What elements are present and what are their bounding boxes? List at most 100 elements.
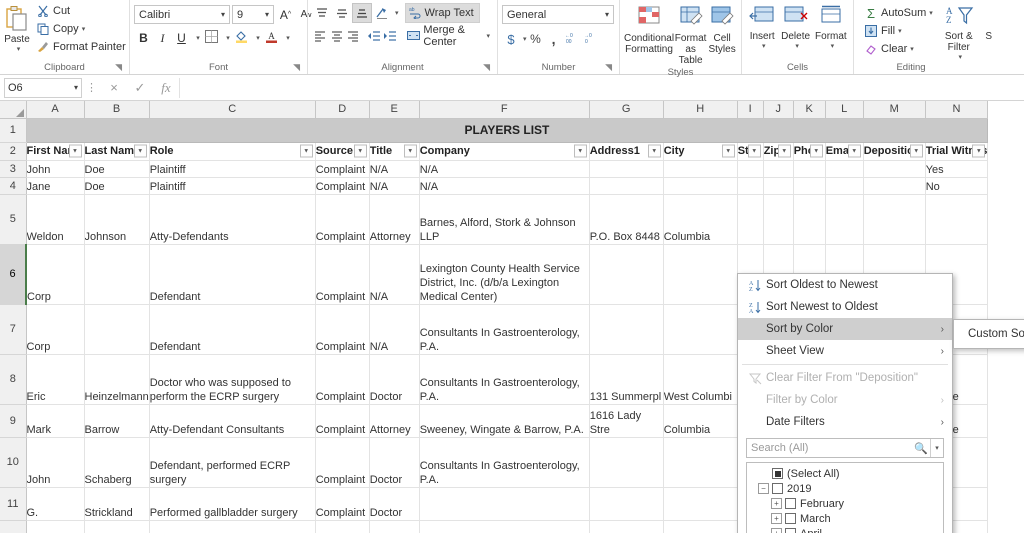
filter-dropdown-button[interactable]: ▼ — [647, 144, 661, 158]
font-size-combo[interactable]: 9 ▾ — [232, 5, 274, 24]
column-header-J[interactable]: J — [763, 101, 794, 119]
column-header-D[interactable]: D — [315, 101, 370, 119]
sheet-title-cell[interactable]: PLAYERS LIST — [26, 118, 989, 143]
align-right-button[interactable] — [345, 26, 361, 46]
table-cell[interactable]: Heinzelmann — [84, 354, 150, 405]
filter-search-input[interactable]: Search (All) — [747, 442, 912, 454]
table-cell[interactable]: Plaintiff — [149, 160, 316, 178]
table-header-cell[interactable]: Email ▼ — [825, 142, 864, 161]
table-cell[interactable] — [84, 304, 150, 355]
filter-dropdown-button[interactable]: ▼ — [721, 144, 735, 158]
table-cell[interactable]: Jane — [26, 177, 85, 195]
table-cell[interactable]: Atty-Defendant Consultants — [149, 404, 316, 438]
table-cell[interactable] — [663, 520, 738, 533]
table-cell[interactable]: Complaint — [315, 354, 370, 405]
merge-center-chevron-down-icon[interactable]: ▾ — [486, 32, 490, 40]
table-cell[interactable]: Doe — [84, 177, 150, 195]
filter-dropdown-button[interactable]: ▼ — [777, 144, 791, 158]
table-cell[interactable]: West Columbi — [663, 354, 738, 405]
comma-style-button[interactable]: , — [545, 29, 563, 49]
column-header-L[interactable]: L — [825, 101, 864, 119]
row-header-8[interactable]: 8 — [0, 354, 27, 405]
column-header-G[interactable]: G — [589, 101, 664, 119]
table-cell[interactable]: N/A — [419, 160, 590, 178]
filter-dropdown-button[interactable]: ▼ — [403, 144, 417, 158]
table-cell[interactable] — [589, 520, 664, 533]
table-cell[interactable]: Doctor — [369, 437, 420, 488]
table-cell[interactable]: P.O. Box 8448 — [589, 194, 664, 245]
chevron-down-icon[interactable]: ▾ — [603, 10, 611, 19]
autosum-button[interactable]: Σ AutoSum ▾ — [860, 4, 937, 22]
filter-menu-item[interactable]: A Z Sort Oldest to Newest — [738, 274, 952, 296]
table-cell[interactable]: Complaint — [315, 244, 370, 305]
font-name-combo[interactable]: Calibri ▾ — [134, 5, 230, 24]
table-cell[interactable]: No — [925, 177, 989, 195]
table-cell[interactable]: Complaint — [315, 304, 370, 355]
table-cell[interactable] — [737, 177, 764, 195]
increase-decimal-button[interactable]: ←0 00 — [563, 29, 582, 49]
copy-chevron-down-icon[interactable]: ▾ — [82, 25, 86, 33]
align-top-button[interactable] — [312, 3, 332, 23]
formula-bar-expand-handle[interactable]: ⋮ — [86, 81, 97, 94]
fill-color-chevron-down-icon[interactable]: ▾ — [251, 29, 262, 48]
collapse-icon[interactable]: − — [758, 483, 769, 494]
paste-button[interactable]: Paste ▾ — [4, 2, 30, 53]
search-chevron-down-icon[interactable]: ▾ — [930, 439, 943, 457]
filter-dropdown-button[interactable]: ▼ — [573, 144, 587, 158]
table-cell[interactable]: N/A — [419, 177, 590, 195]
clipboard-dialog-launcher-icon[interactable]: ◥ — [115, 61, 122, 74]
alignment-dialog-launcher-icon[interactable]: ◥ — [483, 61, 490, 74]
orientation-button[interactable] — [372, 3, 392, 23]
table-cell[interactable]: Complaint — [315, 404, 370, 438]
table-cell[interactable]: Weldon — [26, 194, 85, 245]
table-cell[interactable] — [763, 160, 794, 178]
format-as-table-button[interactable]: Format as Table — [674, 2, 707, 66]
table-cell[interactable] — [419, 520, 590, 533]
table-cell[interactable]: N/A — [369, 160, 420, 178]
row-header-12[interactable]: 12 — [0, 520, 27, 533]
row-header-2[interactable]: 2 — [0, 142, 27, 161]
find-and-select-button[interactable]: S — [981, 2, 997, 42]
font-color-chevron-down-icon[interactable]: ▾ — [281, 29, 292, 48]
table-cell[interactable]: Barnes, Alford, Stork & Johnson LLP — [419, 194, 590, 245]
table-cell[interactable] — [793, 177, 826, 195]
table-header-cell[interactable]: Address1 ▼ — [589, 142, 664, 161]
table-header-cell[interactable]: Role ▼ — [149, 142, 316, 161]
table-cell[interactable]: Complaint — [315, 194, 370, 245]
font-dialog-launcher-icon[interactable]: ◥ — [293, 61, 300, 74]
table-cell[interactable]: Mark — [26, 404, 85, 438]
table-header-cell[interactable]: Company ▼ — [419, 142, 590, 161]
column-header-N[interactable]: N — [925, 101, 989, 119]
percent-style-button[interactable]: % — [527, 29, 545, 49]
column-header-K[interactable]: K — [793, 101, 826, 119]
table-cell[interactable]: Yes — [925, 160, 989, 178]
filter-menu-item[interactable]: Date Filters › — [738, 411, 952, 433]
table-cell[interactable]: Complaint — [315, 160, 370, 178]
row-header-10[interactable]: 10 — [0, 437, 27, 488]
table-cell[interactable]: Complaint — [315, 177, 370, 195]
table-cell[interactable]: Defendant — [149, 304, 316, 355]
table-cell[interactable]: Doctor who was supposed to perform the E… — [149, 354, 316, 405]
column-header-I[interactable]: I — [737, 101, 764, 119]
align-bottom-button[interactable] — [352, 2, 372, 23]
table-cell[interactable] — [589, 177, 664, 195]
custom-sort-menu-item[interactable]: Custom Sor — [968, 328, 1024, 340]
delete-chevron-down-icon[interactable]: ▾ — [795, 42, 799, 50]
table-cell[interactable]: Complaint — [315, 437, 370, 488]
table-cell[interactable] — [84, 244, 150, 305]
table-cell[interactable]: Johnson — [84, 194, 150, 245]
filter-value-tree[interactable]: (Select All)−2019+February+March+April+M… — [746, 462, 944, 533]
column-header-C[interactable]: C — [149, 101, 316, 119]
align-left-button[interactable] — [312, 26, 328, 46]
chevron-down-icon[interactable]: ▾ — [263, 10, 271, 19]
filter-dropdown-button[interactable]: ▼ — [847, 144, 861, 158]
chevron-down-icon[interactable]: ▾ — [219, 10, 227, 19]
table-header-cell[interactable]: First Nam ▼ — [26, 142, 85, 161]
table-cell[interactable] — [663, 177, 738, 195]
table-cell[interactable]: 1616 Lady Stre — [589, 404, 664, 438]
filter-menu-item[interactable]: Z A Sort Newest to Oldest — [738, 296, 952, 318]
table-header-cell[interactable]: Pho ▼ — [793, 142, 826, 161]
confirm-entry-button[interactable]: ✓ — [127, 77, 153, 99]
filter-search-box[interactable]: Search (All) 🔍 ▾ — [746, 438, 944, 458]
table-cell[interactable]: Corp — [26, 304, 85, 355]
